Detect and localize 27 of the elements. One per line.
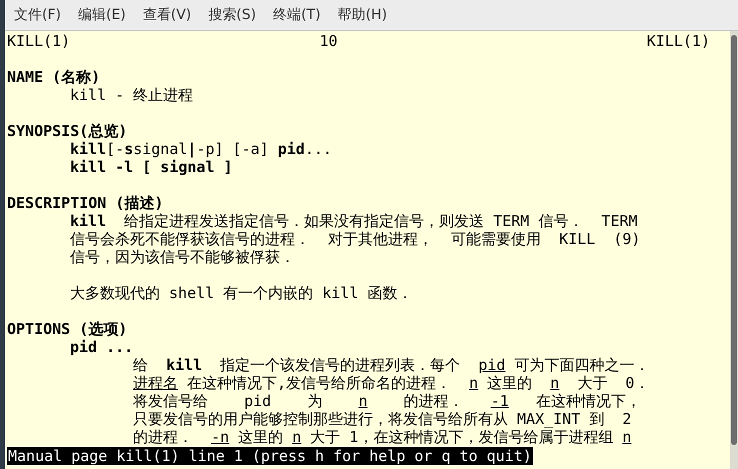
page-header: KILL(1): [646, 32, 710, 50]
status-bar: Manual page kill(1) line 1 (press h for help or q to quit): [7, 447, 533, 465]
menu-item[interactable]: 终端(T): [273, 4, 321, 26]
man-page-text: 给 kill 指定一个该发信号的进程列表．每个 pid 可为下面四种之一．: [133, 356, 650, 374]
man-page-text: 将发信号给 pid 为 n 的进程． -1 在这种情况下，: [133, 392, 641, 410]
section-heading: OPTIONS (选项): [7, 320, 128, 338]
section-heading: NAME (名称): [7, 68, 100, 86]
man-page-text: 进程名 在这种情况下,发信号给所命名的进程． n 这里的 n 大于 0．: [133, 374, 650, 392]
page-number: 10: [319, 32, 338, 50]
page-header: KILL(1): [7, 32, 70, 50]
man-page-text: kill[-ssignal|-p] [-a] pid...: [70, 140, 332, 158]
menu-item[interactable]: 帮助(H): [338, 4, 388, 26]
man-page-text: pid ...: [70, 338, 134, 356]
menu-item[interactable]: 查看(V): [142, 4, 192, 26]
man-page-text: 的进程． -n 这里的 n 大于 1，在这种情况下，发信号给属于进程组 n: [133, 428, 632, 446]
section-heading: SYNOPSIS(总览): [7, 122, 128, 140]
section-heading: DESCRIPTION (描述): [7, 194, 164, 212]
menu-item[interactable]: 编辑(E): [78, 4, 126, 26]
man-page-text: 只要发信号的用户能够控制那些进行，将发信号给所有从 MAX_INT 到 2: [133, 410, 632, 428]
man-page-text: 信号会杀死不能俘获该信号的进程． 对于其他进程， 可能需要使用 KILL (9): [70, 230, 640, 248]
man-page-text: kill 给指定进程发送指定信号．如果没有指定信号，则发送 TERM 信号． TERM: [70, 212, 638, 230]
man-page-text: 大多数现代的 shell 有一个内嵌的 kill 函数．: [70, 284, 412, 302]
man-page-text: kill -l [ signal ]: [70, 158, 233, 176]
man-page-text: 信号，因为该信号不能够被俘获．: [70, 248, 295, 266]
man-page-text: kill - 终止进程: [70, 86, 194, 104]
menu-item[interactable]: 搜索(S): [208, 4, 256, 26]
menu-item[interactable]: 文件(F): [14, 4, 61, 26]
